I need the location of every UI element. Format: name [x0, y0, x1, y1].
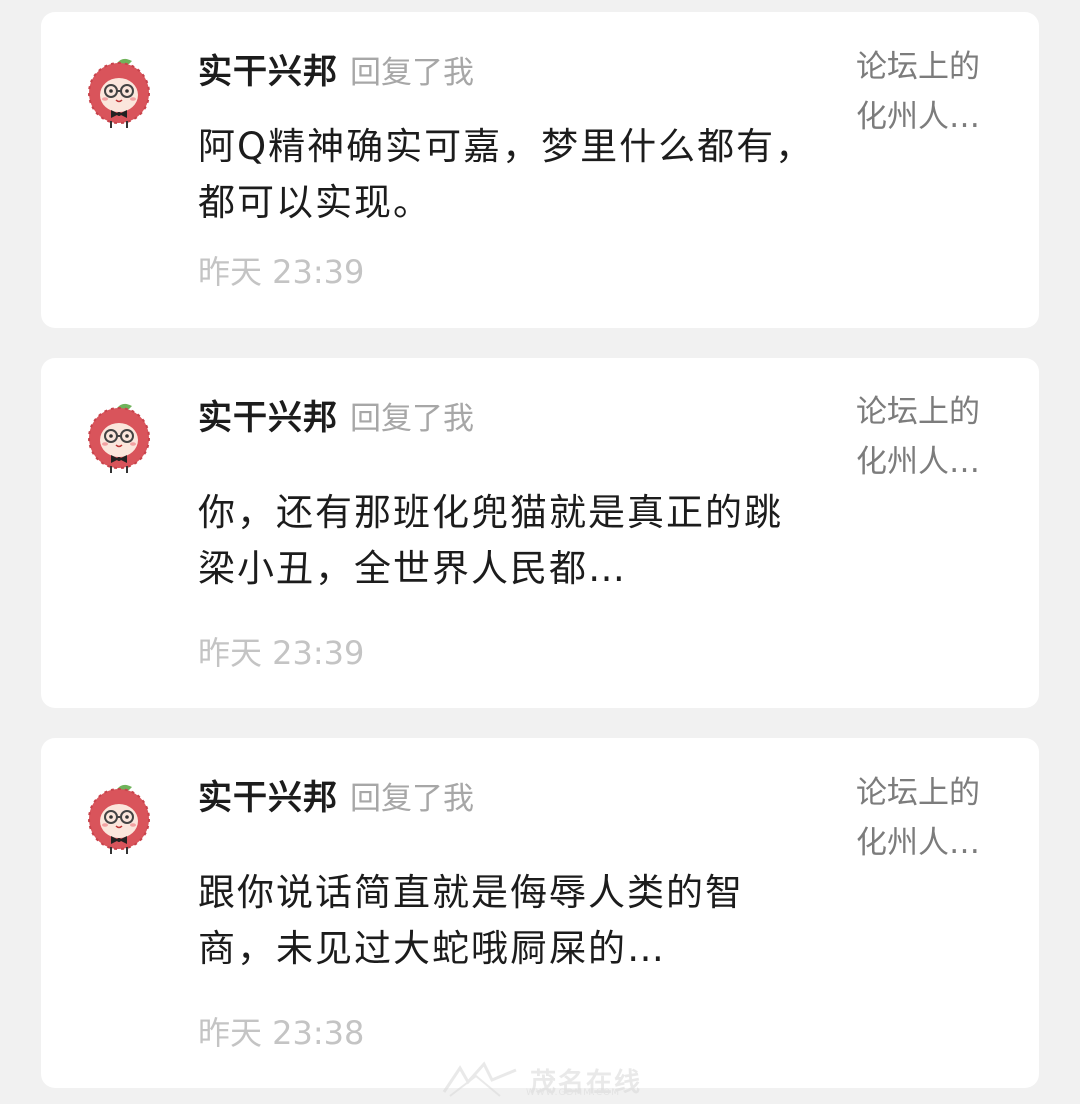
timestamp: 昨天 23:39	[198, 253, 365, 291]
source-post-title-line1: 论坛上的	[856, 775, 980, 811]
source-post-title-line2: 化州人…	[856, 825, 980, 861]
timestamp: 昨天 23:39	[198, 634, 365, 672]
notification-header: 实干兴邦 回复了我	[198, 778, 474, 818]
avatar[interactable]	[87, 783, 151, 855]
notification-header: 实干兴邦 回复了我	[198, 52, 474, 92]
avatar[interactable]	[87, 402, 151, 474]
username[interactable]: 实干兴邦	[198, 52, 338, 92]
notification-card[interactable]: 实干兴邦 回复了我 跟你说话简直就是侮辱人类的智商，未见过大蛇哦屙屎的… 昨天 2…	[41, 738, 1039, 1088]
notification-card[interactable]: 实干兴邦 回复了我 你，还有那班化兜猫就是真正的跳梁小丑，全世界人民都… 昨天 2…	[41, 358, 1039, 708]
source-post-title-line1: 论坛上的	[856, 49, 980, 85]
notification-header: 实干兴邦 回复了我	[198, 398, 474, 438]
watermark-url: WWW.GDMM.COM	[526, 1088, 620, 1098]
message-text[interactable]: 阿Q精神确实可嘉，梦里什么都有，都可以实现。	[198, 119, 818, 231]
source-post-preview[interactable]: 论坛上的 化州人…	[856, 387, 1006, 487]
source-post-title-line1: 论坛上的	[856, 394, 980, 430]
lychee-avatar-icon	[88, 403, 150, 473]
source-post-preview[interactable]: 论坛上的 化州人…	[856, 42, 1006, 142]
username[interactable]: 实干兴邦	[198, 398, 338, 438]
reply-action-label: 回复了我	[350, 55, 474, 91]
lychee-avatar-icon	[88, 58, 150, 128]
source-post-preview[interactable]: 论坛上的 化州人…	[856, 768, 1006, 868]
source-post-title-line2: 化州人…	[856, 99, 980, 135]
timestamp: 昨天 23:38	[198, 1014, 365, 1052]
message-text[interactable]: 你，还有那班化兜猫就是真正的跳梁小丑，全世界人民都…	[198, 485, 818, 597]
username[interactable]: 实干兴邦	[198, 778, 338, 818]
message-text[interactable]: 跟你说话简直就是侮辱人类的智商，未见过大蛇哦屙屎的…	[198, 865, 818, 977]
avatar[interactable]	[87, 57, 151, 129]
reply-action-label: 回复了我	[350, 401, 474, 437]
notification-card[interactable]: 实干兴邦 回复了我 阿Q精神确实可嘉，梦里什么都有，都可以实现。 昨天 23:39…	[41, 12, 1039, 328]
reply-action-label: 回复了我	[350, 781, 474, 817]
lychee-avatar-icon	[88, 784, 150, 854]
source-post-title-line2: 化州人…	[856, 444, 980, 480]
site-watermark: 茂名在线 WWW.GDMM.COM	[440, 1060, 650, 1100]
watermark-logo-icon	[442, 1061, 517, 1097]
